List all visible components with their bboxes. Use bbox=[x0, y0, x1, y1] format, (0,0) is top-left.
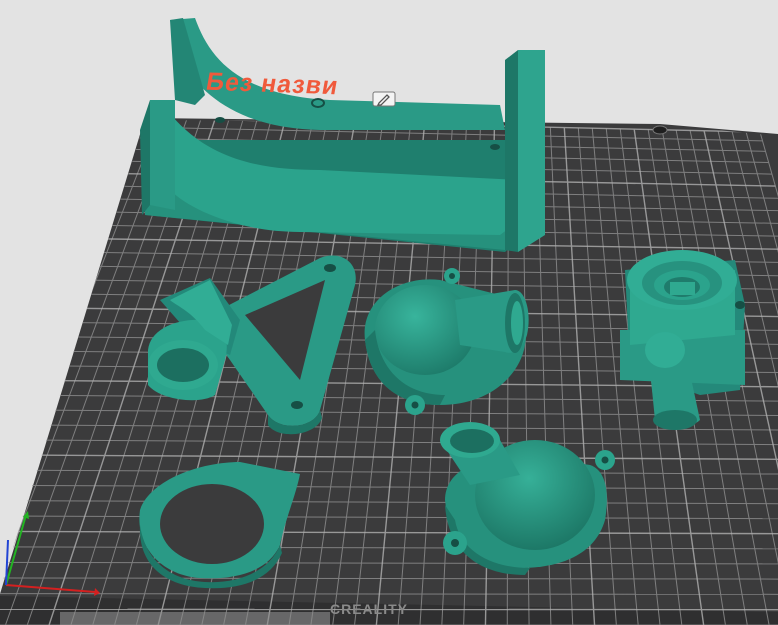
pencil-edit-icon[interactable] bbox=[372, 91, 396, 107]
plate-label: Без назви bbox=[203, 67, 341, 101]
printer-brand-logo: CREALITY bbox=[330, 601, 408, 617]
